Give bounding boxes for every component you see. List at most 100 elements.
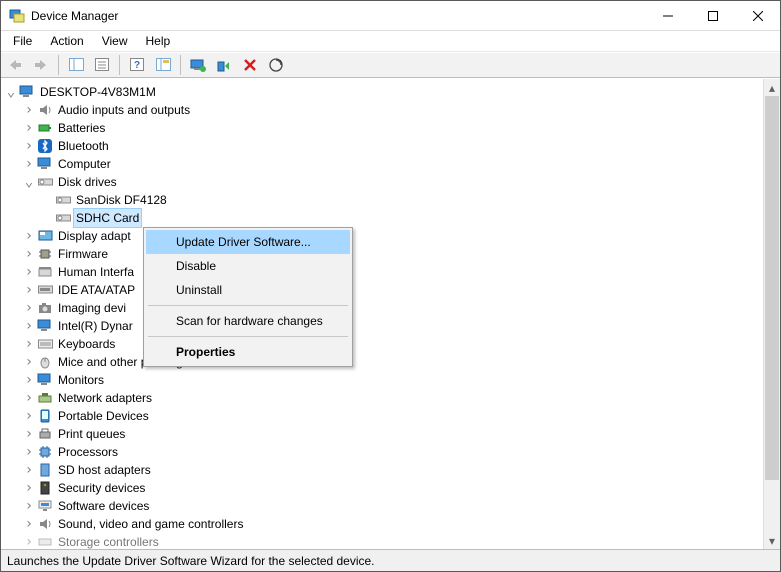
disk-icon xyxy=(55,192,71,208)
expand-icon[interactable]: › xyxy=(21,227,37,245)
tree-item-sound[interactable]: ›Sound, video and game controllers xyxy=(21,515,761,533)
expand-icon[interactable]: › xyxy=(21,461,37,479)
tree-item-keyboards[interactable]: ›Keyboards xyxy=(21,335,761,353)
enable-toolbar-button[interactable] xyxy=(212,54,236,76)
statusbar: Launches the Update Driver Software Wiza… xyxy=(1,549,780,571)
close-button[interactable] xyxy=(735,1,780,30)
portable-icon xyxy=(37,408,53,424)
menu-file[interactable]: File xyxy=(5,32,40,50)
tree-item-batteries[interactable]: ›Batteries xyxy=(21,119,761,137)
monitor-icon xyxy=(37,318,53,334)
window-title: Device Manager xyxy=(31,9,118,23)
software-icon xyxy=(37,498,53,514)
help-toolbar-button[interactable]: ? xyxy=(125,54,149,76)
tree-item-sandisk[interactable]: SanDisk DF4128 xyxy=(39,191,761,209)
monitor-icon xyxy=(37,372,53,388)
scan-hardware-toolbar-button[interactable] xyxy=(264,54,288,76)
tree-item-portable[interactable]: ›Portable Devices xyxy=(21,407,761,425)
tree-item-processors[interactable]: › Processors xyxy=(21,443,761,461)
context-scan-hardware[interactable]: Scan for hardware changes xyxy=(146,309,350,333)
tree-item-diskdrives[interactable]: ⌄Disk drives xyxy=(21,173,761,191)
window: Device Manager File Action View Help ? xyxy=(0,0,781,572)
expand-icon[interactable]: › xyxy=(21,101,37,119)
scroll-track[interactable] xyxy=(764,96,780,532)
tree-label: Human Interfa xyxy=(56,263,136,281)
tree-label: Display adapt xyxy=(56,227,133,245)
show-hide-tree-button[interactable] xyxy=(64,54,88,76)
expand-icon[interactable]: › xyxy=(21,407,37,425)
expand-icon[interactable]: › xyxy=(21,353,37,371)
expand-icon[interactable]: › xyxy=(21,443,37,461)
tree-label: Print queues xyxy=(56,425,127,443)
expand-icon[interactable]: › xyxy=(21,245,37,263)
scroll-down-icon[interactable]: ▾ xyxy=(764,532,780,549)
update-driver-toolbar-button[interactable] xyxy=(186,54,210,76)
scroll-thumb[interactable] xyxy=(765,96,779,480)
menu-view[interactable]: View xyxy=(94,32,136,50)
tree-item-monitors[interactable]: ›Monitors xyxy=(21,371,761,389)
tree-item-firmware[interactable]: › Firmware xyxy=(21,245,761,263)
tree-item-audio[interactable]: ›Audio inputs and outputs xyxy=(21,101,761,119)
tree-label: Imaging devi xyxy=(56,299,128,317)
tree-item-printqueues[interactable]: › Print queues xyxy=(21,425,761,443)
tree-item-ide[interactable]: ›IDE ATA/ATAP xyxy=(21,281,761,299)
context-update-driver[interactable]: Update Driver Software... xyxy=(146,230,350,254)
speaker-icon xyxy=(37,102,53,118)
expand-icon[interactable]: › xyxy=(21,425,37,443)
tree-item-imaging[interactable]: › Imaging devi xyxy=(21,299,761,317)
uninstall-toolbar-button[interactable] xyxy=(238,54,262,76)
maximize-button[interactable] xyxy=(690,1,735,30)
expand-icon[interactable]: › xyxy=(21,119,37,137)
disk-icon xyxy=(55,210,71,226)
computer-icon xyxy=(19,84,35,100)
tree-label: Processors xyxy=(56,443,120,461)
tree-item-security[interactable]: ›Security devices xyxy=(21,479,761,497)
tree-label: Firmware xyxy=(56,245,110,263)
tree-item-hid[interactable]: › Human Interfa xyxy=(21,263,761,281)
menu-action[interactable]: Action xyxy=(42,32,91,50)
svg-text:?: ? xyxy=(134,60,140,71)
tree-label: Intel(R) Dynar xyxy=(56,317,135,335)
expand-icon[interactable]: › xyxy=(21,335,37,353)
tree-item-software[interactable]: ›Software devices xyxy=(21,497,761,515)
vertical-scrollbar[interactable]: ▴ ▾ xyxy=(763,79,780,549)
tree-item-bluetooth[interactable]: ›Bluetooth xyxy=(21,137,761,155)
expand-icon[interactable]: › xyxy=(21,479,37,497)
expand-icon[interactable]: › xyxy=(21,497,37,515)
expand-icon[interactable]: › xyxy=(21,299,37,317)
collapse-icon[interactable]: ⌄ xyxy=(21,173,37,191)
action-toolbar-button[interactable] xyxy=(151,54,175,76)
menu-help[interactable]: Help xyxy=(138,32,179,50)
tree-item-computer[interactable]: ›Computer xyxy=(21,155,761,173)
expand-icon[interactable]: › xyxy=(21,263,37,281)
camera-icon xyxy=(37,300,53,316)
expand-icon[interactable]: › xyxy=(21,533,37,549)
properties-toolbar-button[interactable] xyxy=(90,54,114,76)
storage-icon xyxy=(37,534,53,549)
tree-item-intel[interactable]: › Intel(R) Dynar xyxy=(21,317,761,335)
expand-icon[interactable]: › xyxy=(21,515,37,533)
scroll-up-icon[interactable]: ▴ xyxy=(764,79,780,96)
tree-item-mice[interactable]: ›Mice and other pointing devices xyxy=(21,353,761,371)
device-tree[interactable]: ⌄ DESKTOP-4V83M1M ›Audio inputs and outp… xyxy=(1,79,763,549)
tree-item-storage[interactable]: ›Storage controllers xyxy=(21,533,761,549)
context-properties[interactable]: Properties xyxy=(146,340,350,364)
minimize-button[interactable] xyxy=(645,1,690,30)
tree-item-network[interactable]: ›Network adapters xyxy=(21,389,761,407)
expand-icon[interactable]: › xyxy=(21,281,37,299)
forward-button[interactable] xyxy=(29,54,53,76)
context-uninstall[interactable]: Uninstall xyxy=(146,278,350,302)
tree-root[interactable]: ⌄ DESKTOP-4V83M1M xyxy=(3,83,761,101)
tree-item-display[interactable]: › Display adapt xyxy=(21,227,761,245)
expand-icon[interactable]: › xyxy=(21,389,37,407)
expand-icon[interactable]: › xyxy=(21,137,37,155)
expand-icon[interactable]: › xyxy=(21,317,37,335)
expand-icon[interactable]: › xyxy=(21,371,37,389)
tree-item-sdhost[interactable]: ›SD host adapters xyxy=(21,461,761,479)
back-button[interactable] xyxy=(3,54,27,76)
context-disable[interactable]: Disable xyxy=(146,254,350,278)
expand-icon[interactable]: › xyxy=(21,155,37,173)
collapse-icon[interactable]: ⌄ xyxy=(3,83,19,101)
tree-item-sdhc[interactable]: SDHC Card xyxy=(39,209,761,227)
separator xyxy=(119,55,120,75)
